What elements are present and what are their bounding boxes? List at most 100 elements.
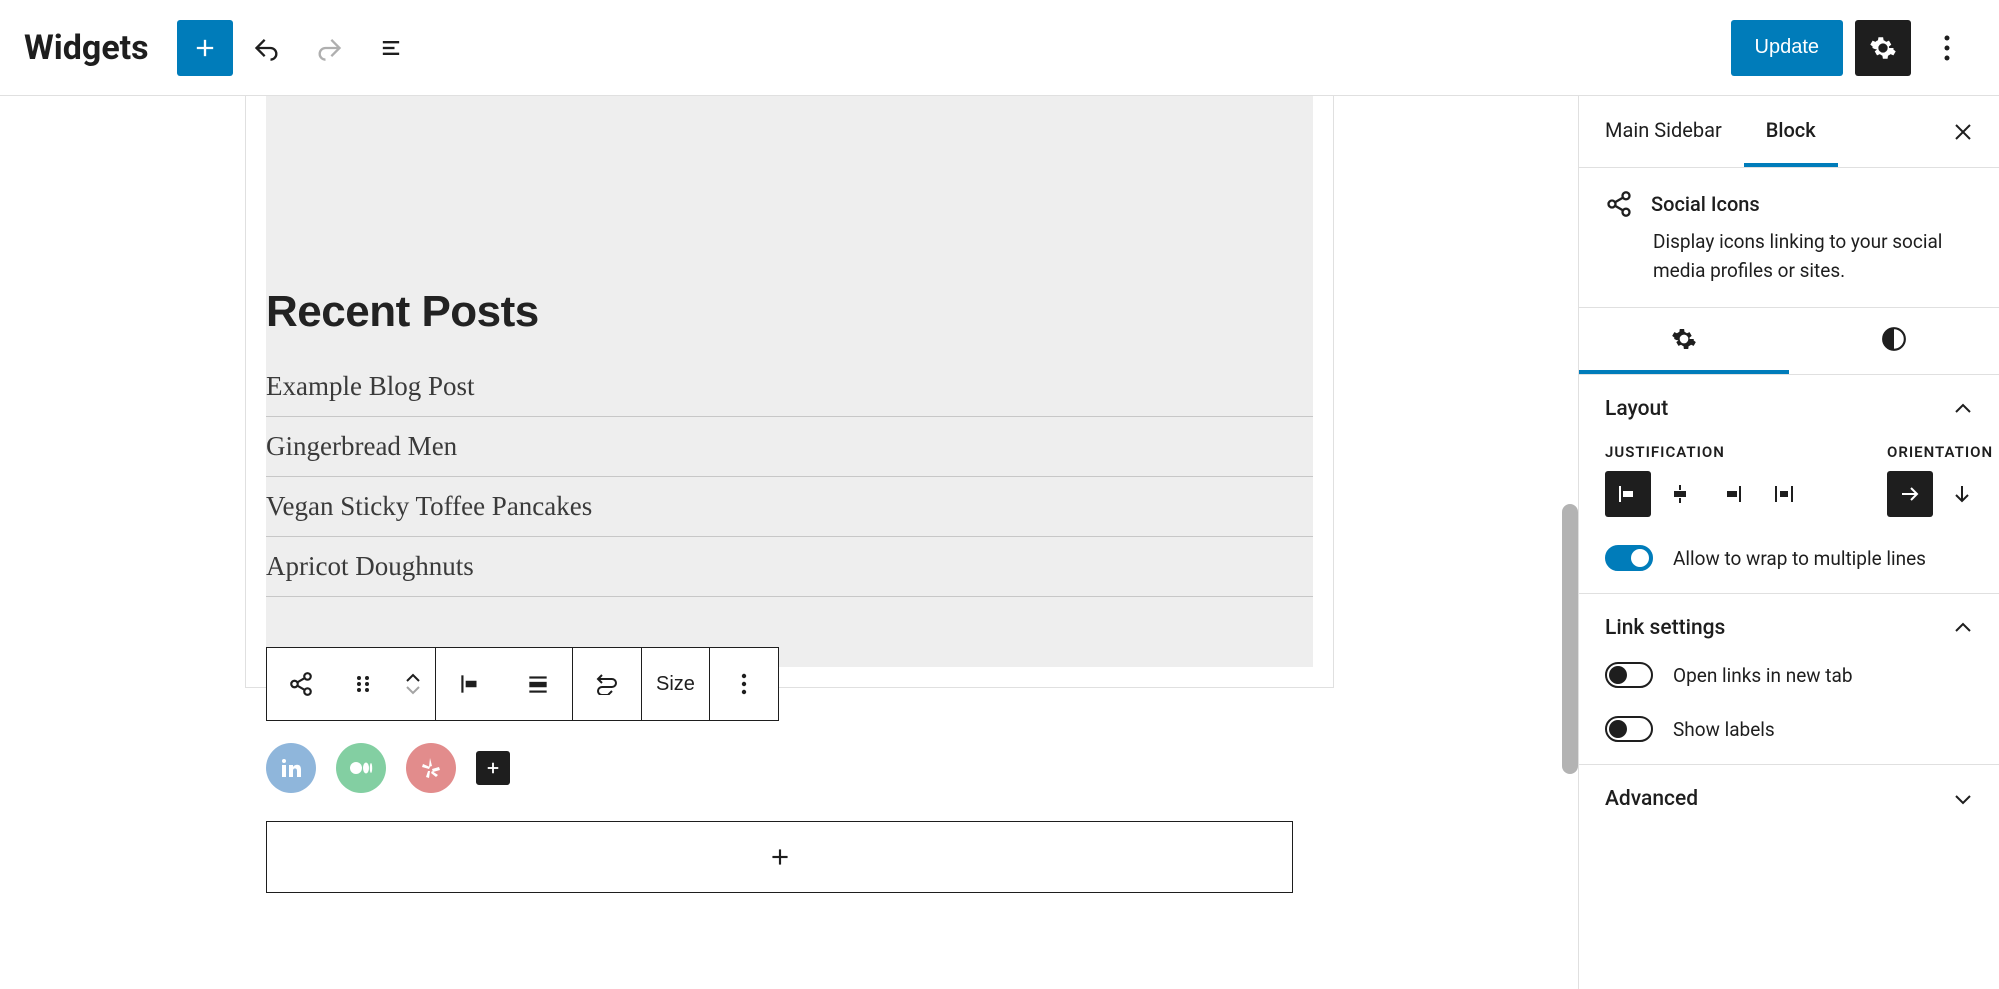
social-icon-yelp[interactable]: [406, 743, 456, 793]
tab-block[interactable]: Block: [1744, 96, 1838, 167]
recent-posts-heading: Recent Posts: [266, 287, 1313, 337]
tab-main-sidebar[interactable]: Main Sidebar: [1583, 96, 1744, 167]
align-button[interactable]: [504, 648, 572, 720]
page-title: Widgets: [24, 28, 149, 68]
new-tab-label: Open links in new tab: [1673, 664, 1853, 687]
justify-left-button[interactable]: [1605, 471, 1651, 517]
plus-icon: [191, 34, 219, 62]
justify-center-button[interactable]: [1657, 471, 1703, 517]
panel-title: Advanced: [1605, 787, 1698, 811]
panel-title: Layout: [1605, 397, 1668, 421]
show-labels-toggle[interactable]: [1605, 716, 1653, 742]
justify-button[interactable]: [436, 648, 504, 720]
update-button[interactable]: Update: [1731, 20, 1844, 76]
share-icon: [1605, 190, 1633, 218]
scrollbar-thumb[interactable]: [1562, 504, 1578, 774]
justify-space-between-button[interactable]: [1761, 471, 1807, 517]
sidebar-tabs: Main Sidebar Block: [1579, 96, 1999, 168]
orientation-label: ORIENTATION: [1887, 443, 1993, 461]
panel-advanced-toggle[interactable]: Advanced: [1605, 787, 1973, 811]
gear-icon: [1671, 326, 1697, 352]
settings-tab-general[interactable]: [1579, 308, 1789, 374]
social-icon-linkedin[interactable]: [266, 743, 316, 793]
arrow-down-icon: [1950, 482, 1974, 506]
panel-link-settings-toggle[interactable]: Link settings: [1605, 616, 1973, 640]
redo-button[interactable]: [301, 20, 357, 76]
close-icon: [1953, 122, 1973, 142]
recent-posts-list: Example Blog Post Gingerbread Men Vegan …: [266, 357, 1313, 597]
chevron-down-icon: [1953, 793, 1973, 805]
show-labels-toggle-row: Show labels: [1605, 716, 1973, 742]
widget-area-frame: Recent Posts Example Blog Post Gingerbre…: [245, 96, 1334, 688]
chevron-up-icon: [1953, 622, 1973, 634]
orientation-control: ORIENTATION: [1887, 443, 1993, 517]
more-vertical-icon: [741, 673, 747, 695]
recent-posts-block[interactable]: Recent Posts Example Blog Post Gingerbre…: [266, 287, 1313, 597]
block-mover: [391, 648, 435, 720]
chevron-up-icon: [405, 673, 421, 683]
justify-left-icon: [457, 671, 483, 697]
plus-icon: [767, 844, 793, 870]
move-down-button[interactable]: [405, 685, 421, 695]
wrap-toggle[interactable]: [1605, 545, 1653, 571]
list-view-button[interactable]: [363, 20, 419, 76]
orientation-horizontal-button[interactable]: [1887, 471, 1933, 517]
social-icons-block[interactable]: [266, 743, 510, 793]
justify-left-icon: [1616, 482, 1640, 506]
block-more-options-button[interactable]: [710, 648, 778, 720]
show-labels-label: Show labels: [1673, 718, 1775, 741]
medium-icon: [348, 755, 374, 781]
panel-link-settings: Link settings Open links in new tab Show…: [1579, 594, 1999, 765]
editor-topbar: Widgets Update: [0, 0, 1999, 96]
close-sidebar-button[interactable]: [1939, 108, 1987, 156]
block-type-button[interactable]: [267, 648, 335, 720]
list-item[interactable]: Example Blog Post: [266, 357, 1313, 417]
social-icon-medium[interactable]: [336, 743, 386, 793]
panel-title: Link settings: [1605, 616, 1725, 640]
align-icon: [525, 671, 551, 697]
settings-button[interactable]: [1855, 20, 1911, 76]
redo-icon: [315, 34, 343, 62]
more-options-button[interactable]: [1919, 20, 1975, 76]
block-info: Social Icons Display icons linking to yo…: [1579, 168, 1999, 308]
yelp-icon: [419, 756, 443, 780]
gear-icon: [1869, 34, 1897, 62]
move-up-button[interactable]: [405, 673, 421, 683]
linkedin-icon: [279, 756, 303, 780]
orientation-vertical-button[interactable]: [1939, 471, 1985, 517]
justification-label: JUSTIFICATION: [1605, 443, 1807, 461]
add-block-placeholder[interactable]: [266, 821, 1293, 893]
panel-layout-toggle[interactable]: Layout: [1605, 397, 1973, 421]
size-button[interactable]: Size: [642, 648, 709, 720]
undo-icon: [253, 34, 281, 62]
settings-tab-styles[interactable]: [1789, 308, 1999, 374]
add-block-button[interactable]: [177, 20, 233, 76]
new-tab-toggle-row: Open links in new tab: [1605, 662, 1973, 688]
add-social-icon-button[interactable]: [476, 751, 510, 785]
block-title: Social Icons: [1651, 192, 1760, 216]
justification-control: JUSTIFICATION: [1605, 443, 1807, 517]
chevron-down-icon: [405, 685, 421, 695]
chevron-up-icon: [1953, 403, 1973, 415]
justify-space-between-icon: [1772, 482, 1796, 506]
new-tab-toggle[interactable]: [1605, 662, 1653, 688]
transform-icon: [594, 673, 620, 695]
panel-advanced: Advanced: [1579, 765, 1999, 833]
list-item[interactable]: Apricot Doughnuts: [266, 537, 1313, 597]
list-item[interactable]: Vegan Sticky Toffee Pancakes: [266, 477, 1313, 537]
editor-canvas[interactable]: Recent Posts Example Blog Post Gingerbre…: [0, 96, 1578, 989]
transform-button[interactable]: [573, 648, 641, 720]
block-description: Display icons linking to your social med…: [1653, 228, 1973, 285]
editor-main: Recent Posts Example Blog Post Gingerbre…: [0, 96, 1999, 989]
list-view-icon: [377, 34, 405, 62]
wrap-label: Allow to wrap to multiple lines: [1673, 547, 1926, 570]
more-vertical-icon: [1944, 35, 1950, 61]
drag-handle[interactable]: [335, 648, 391, 720]
list-item[interactable]: Gingerbread Men: [266, 417, 1313, 477]
share-icon: [288, 671, 314, 697]
undo-button[interactable]: [239, 20, 295, 76]
justify-right-icon: [1720, 482, 1744, 506]
drag-icon: [354, 675, 372, 693]
justify-right-button[interactable]: [1709, 471, 1755, 517]
plus-icon: [484, 759, 502, 777]
